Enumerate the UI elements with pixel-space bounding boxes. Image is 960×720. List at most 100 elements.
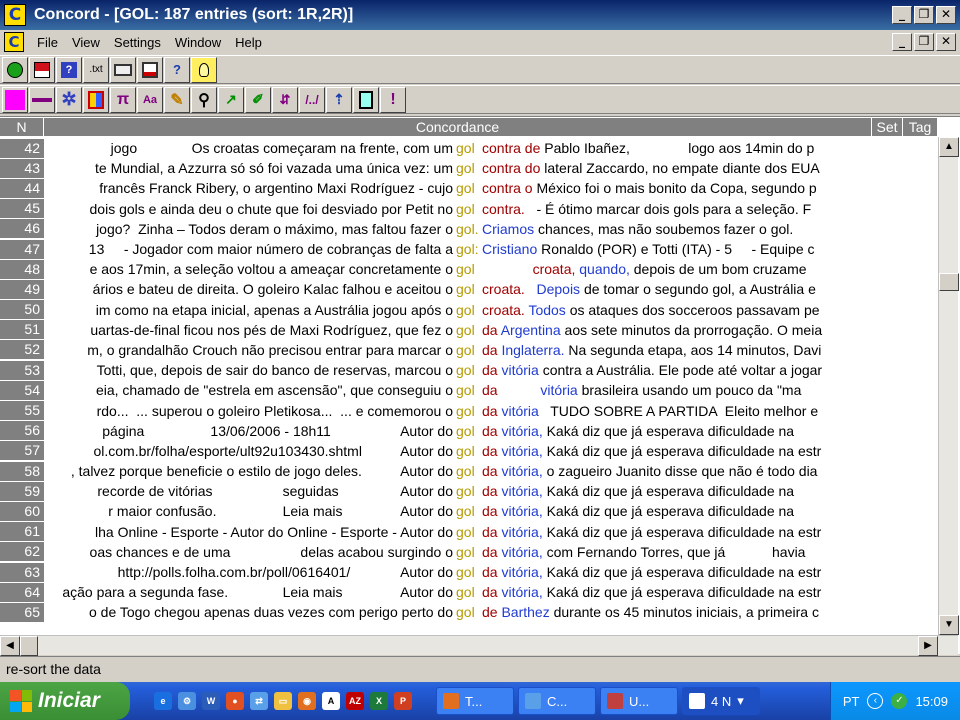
magenta-square-icon[interactable] bbox=[2, 86, 28, 113]
powerpoint-icon[interactable]: P bbox=[394, 692, 412, 710]
start-button[interactable]: Iniciar bbox=[0, 682, 130, 720]
az-icon[interactable]: AZ bbox=[346, 692, 364, 710]
scroll-down-button[interactable]: ▼ bbox=[939, 615, 959, 635]
settings-icon[interactable]: ⚙ bbox=[178, 692, 196, 710]
menu-window[interactable]: Window bbox=[168, 35, 228, 50]
vertical-scrollbar[interactable]: ▲ ▼ bbox=[938, 137, 959, 635]
row-number[interactable]: 53 bbox=[0, 360, 44, 380]
row-number[interactable]: 60 bbox=[0, 501, 44, 521]
row-number[interactable]: 58 bbox=[0, 461, 44, 481]
vertical-scroll-thumb[interactable] bbox=[939, 273, 959, 291]
task-concord[interactable]: C... bbox=[518, 687, 596, 715]
ie-icon[interactable]: e bbox=[154, 692, 172, 710]
table-row[interactable]: 53 Totti, que, depois de sair do banco de… bbox=[0, 360, 938, 380]
table-row[interactable]: 59 recorde de vitórias seguidas Autor do g… bbox=[0, 481, 938, 501]
doc-minimize-button[interactable]: _ bbox=[892, 33, 912, 51]
row-number[interactable]: 52 bbox=[0, 340, 44, 360]
header-set[interactable]: Set bbox=[872, 118, 903, 136]
exclaim-icon[interactable]: ! bbox=[380, 86, 406, 113]
row-number[interactable]: 54 bbox=[0, 380, 44, 400]
table-row[interactable]: 55 rdo... ... superou o goleiro Pletikosa… bbox=[0, 400, 938, 421]
chart-icon[interactable]: ↗ bbox=[218, 86, 244, 113]
row-number[interactable]: 57 bbox=[0, 441, 44, 461]
row-number[interactable]: 65 bbox=[0, 602, 44, 622]
scroll-up-button[interactable]: ▲ bbox=[939, 137, 959, 157]
scroll-left-button[interactable]: ◀ bbox=[0, 636, 20, 656]
scroll-right-button[interactable]: ▶ bbox=[918, 636, 938, 656]
header-n[interactable]: N bbox=[0, 118, 44, 136]
horizontal-scrollbar[interactable]: ◀ ▶ bbox=[0, 635, 958, 656]
close-button[interactable]: ✕ bbox=[936, 6, 956, 24]
table-row[interactable]: 52 m, o grandalhão Crouch não precisou en… bbox=[0, 340, 938, 360]
row-number[interactable]: 62 bbox=[0, 542, 44, 562]
bulb-icon[interactable] bbox=[191, 56, 217, 83]
row-number[interactable]: 44 bbox=[0, 178, 44, 198]
gear-icon[interactable]: ✲ bbox=[56, 86, 82, 113]
language-indicator[interactable]: PT bbox=[843, 694, 860, 709]
table-row[interactable]: 43 te Mundial, a Azzurra só só foi vazada… bbox=[0, 158, 938, 178]
row-number[interactable]: 49 bbox=[0, 279, 44, 299]
header-concordance[interactable]: Concordance bbox=[44, 118, 872, 136]
question-book-icon[interactable]: ? bbox=[56, 56, 82, 83]
table-row[interactable]: 60 r maior confusão. Leia mais Autor do go… bbox=[0, 501, 938, 521]
pi-icon[interactable]: π bbox=[110, 86, 136, 113]
table-row[interactable]: 46 jogo? Zinha – Todos deram o máximo, ma… bbox=[0, 219, 938, 239]
doc-restore-button[interactable]: ❐ bbox=[914, 33, 934, 51]
row-number[interactable]: 61 bbox=[0, 522, 44, 542]
folder-icon[interactable]: ▭ bbox=[274, 692, 292, 710]
clipboard-icon[interactable] bbox=[353, 86, 379, 113]
restore-button[interactable]: ❐ bbox=[914, 6, 934, 24]
line-icon[interactable] bbox=[29, 86, 55, 113]
table-row[interactable]: 54 eia, chamado de "estrela em ascensão",… bbox=[0, 380, 938, 400]
row-number[interactable]: 43 bbox=[0, 158, 44, 178]
row-number[interactable]: 48 bbox=[0, 259, 44, 279]
print-preview-icon[interactable] bbox=[137, 56, 163, 83]
sort-icon[interactable]: ⇵ bbox=[272, 86, 298, 113]
menu-help[interactable]: Help bbox=[228, 35, 269, 50]
table-row[interactable]: 58 , talvez porque beneficie o estilo de … bbox=[0, 461, 938, 481]
network-icon[interactable]: ⇄ bbox=[250, 692, 268, 710]
table-row[interactable]: 65 o de Togo chegou apenas duas vezes com… bbox=[0, 602, 938, 622]
font-icon[interactable]: Aa bbox=[137, 86, 163, 113]
document-icon[interactable]: C bbox=[4, 32, 24, 52]
row-number[interactable]: 64 bbox=[0, 582, 44, 602]
task-firefox[interactable]: T... bbox=[436, 687, 514, 715]
help-icon[interactable]: ? bbox=[164, 56, 190, 83]
edit-icon[interactable]: ✐ bbox=[245, 86, 271, 113]
table-row[interactable]: 61 lha Online - Esporte - Autor do Online… bbox=[0, 522, 938, 542]
font-app-icon[interactable]: A bbox=[322, 692, 340, 710]
row-number[interactable]: 45 bbox=[0, 199, 44, 219]
cut-icon[interactable]: /../ bbox=[299, 86, 325, 113]
menu-file[interactable]: File bbox=[30, 35, 65, 50]
green-circle-icon[interactable] bbox=[2, 56, 28, 83]
row-number[interactable]: 46 bbox=[0, 219, 44, 239]
table-row[interactable]: 50 im como na etapa inicial, apenas a Aus… bbox=[0, 300, 938, 320]
search-icon[interactable]: ⚲ bbox=[191, 86, 217, 113]
header-tag[interactable]: Tag bbox=[903, 118, 938, 136]
table-row[interactable]: 62 oas chances e de uma delas acabou surg… bbox=[0, 542, 938, 562]
table-row[interactable]: 64 ação para a segunda fase. Leia mais Au… bbox=[0, 582, 938, 602]
task-u[interactable]: U... bbox=[600, 687, 678, 715]
security-shield-icon[interactable]: ✓ bbox=[891, 693, 908, 709]
horizontal-scroll-thumb[interactable] bbox=[20, 636, 38, 656]
save-icon[interactable] bbox=[29, 56, 55, 83]
firefox-icon[interactable]: ◉ bbox=[298, 692, 316, 710]
row-number[interactable]: 51 bbox=[0, 320, 44, 340]
columns-icon[interactable] bbox=[83, 86, 109, 113]
table-row[interactable]: 42 jogo Os croatas começaram na frente, c… bbox=[0, 138, 938, 158]
table-row[interactable]: 56 página 13/06/2006 - 18h11 Autor do gol d… bbox=[0, 421, 938, 441]
row-number[interactable]: 55 bbox=[0, 401, 44, 421]
table-row[interactable]: 57 ol.com.br/folha/esporte/ult92u103430.s… bbox=[0, 441, 938, 461]
clock[interactable]: 15:09 bbox=[915, 694, 948, 709]
app-icon[interactable]: C bbox=[4, 4, 26, 26]
media-icon[interactable]: ● bbox=[226, 692, 244, 710]
clear-icon[interactable]: ✎ bbox=[164, 86, 190, 113]
menu-view[interactable]: View bbox=[65, 35, 107, 50]
row-number[interactable]: 50 bbox=[0, 300, 44, 320]
row-number[interactable]: 59 bbox=[0, 481, 44, 501]
word-icon[interactable]: W bbox=[202, 692, 220, 710]
table-row[interactable]: 44 francês Franck Ribery, o argentino Max… bbox=[0, 178, 938, 198]
tray-expand-icon[interactable]: ‹ bbox=[867, 693, 884, 709]
row-number[interactable]: 56 bbox=[0, 421, 44, 441]
task-group[interactable]: 4 N ▾ bbox=[682, 687, 760, 715]
